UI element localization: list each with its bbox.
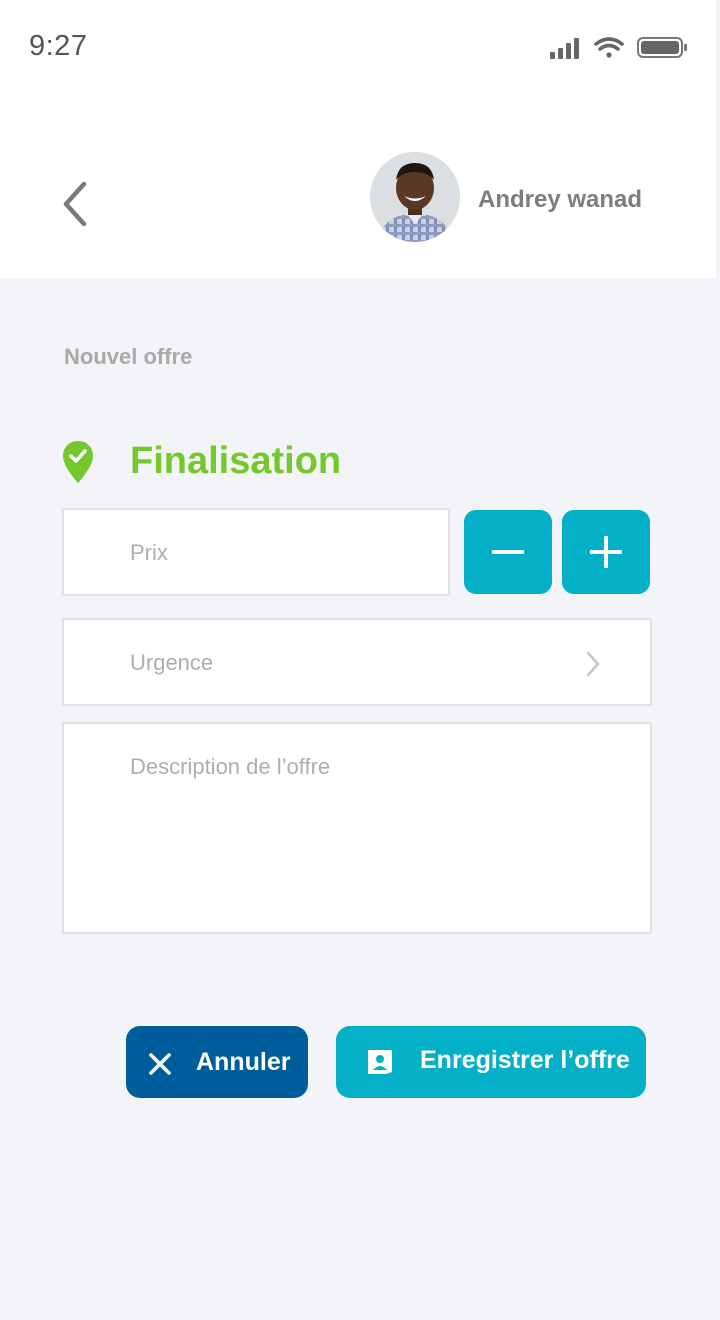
- wifi-icon: [594, 37, 624, 58]
- price-input[interactable]: Prix: [62, 508, 450, 596]
- chevron-left-icon: [63, 181, 87, 227]
- price-placeholder: Prix: [130, 540, 168, 565]
- step-title: Finalisation: [130, 440, 342, 482]
- plus-icon: [590, 536, 622, 568]
- cancel-button[interactable]: Annuler: [126, 1026, 308, 1098]
- status-time: 9:27: [29, 30, 88, 62]
- decrease-price-button[interactable]: [464, 510, 552, 594]
- page-title: Nouvel offre: [64, 344, 193, 369]
- top-bar: 9:27 Andrey wanad: [0, 0, 716, 278]
- save-button-label: Enregistrer l’offre: [420, 1046, 630, 1074]
- urgency-select[interactable]: Urgence: [62, 618, 652, 706]
- save-offer-button[interactable]: Enregistrer l’offre: [336, 1026, 646, 1098]
- status-icons: [550, 34, 690, 62]
- user-name[interactable]: Andrey wanad: [478, 186, 642, 214]
- chevron-right-icon: [586, 651, 600, 677]
- location-check-icon: [62, 440, 94, 484]
- signal-icon: [550, 38, 579, 59]
- battery-icon: [637, 37, 687, 58]
- minus-icon: [492, 550, 524, 554]
- urgency-placeholder: Urgence: [130, 650, 214, 675]
- description-placeholder: Description de l’offre: [130, 754, 331, 779]
- save-icon: [368, 1050, 392, 1074]
- back-button[interactable]: [54, 178, 98, 230]
- description-textarea[interactable]: Description de l’offre: [62, 722, 652, 934]
- cancel-button-label: Annuler: [196, 1048, 291, 1076]
- avatar[interactable]: [370, 152, 460, 242]
- increase-price-button[interactable]: [562, 510, 650, 594]
- close-icon: [149, 1053, 171, 1075]
